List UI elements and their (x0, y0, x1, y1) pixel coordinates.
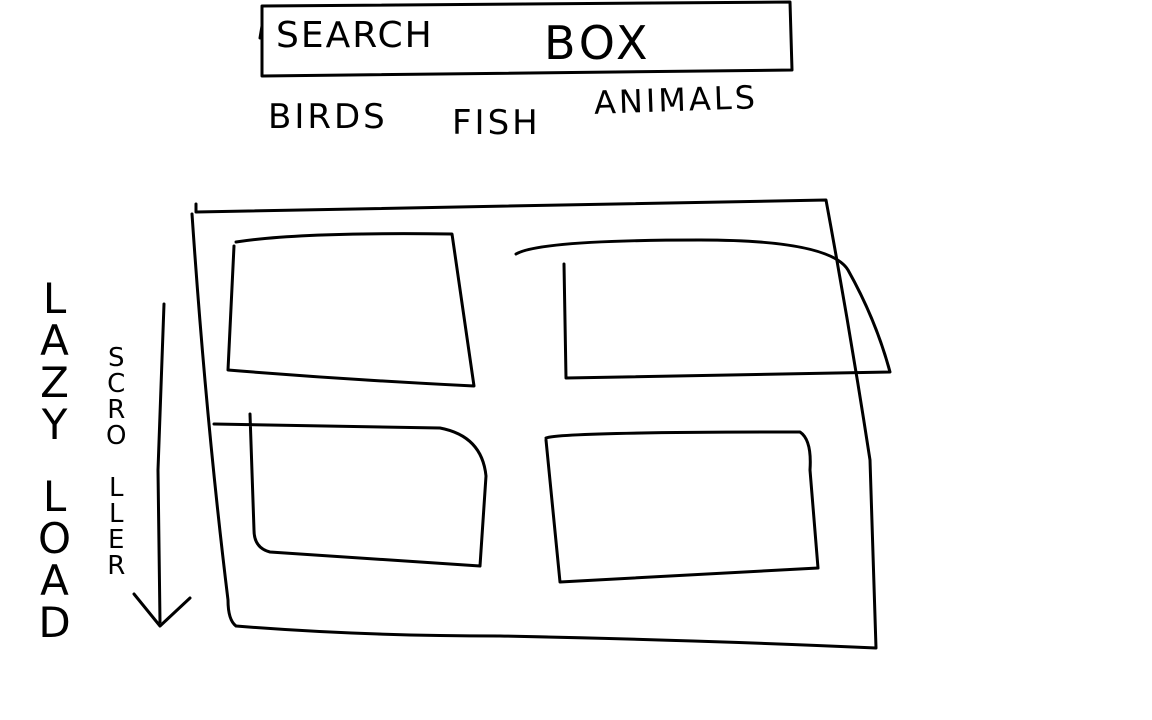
annotation-letter: A (40, 556, 69, 605)
grid-card[interactable] (228, 234, 474, 386)
annotation-letter: L (108, 473, 124, 503)
annotation-letter: A (40, 316, 69, 365)
scroll-down-arrow-head (132, 592, 192, 628)
tab-animals[interactable]: ANIMALS (593, 78, 758, 122)
search-box-label-part2: BOX (544, 16, 652, 70)
annotation-letter: C (107, 369, 126, 399)
annotation-letter: L (42, 274, 67, 323)
annotation-letter: Y (41, 400, 68, 449)
grid-card[interactable] (544, 432, 820, 584)
scroller-annotation: S C R O L L E R (106, 345, 126, 579)
annotation-letter: E (108, 525, 125, 555)
grid-card[interactable] (560, 240, 890, 378)
lazy-load-annotation: L A Z Y L O A D (38, 278, 71, 644)
scroll-down-arrow-shaft (156, 302, 166, 624)
annotation-letter: Z (40, 358, 69, 407)
annotation-letter: R (107, 395, 126, 425)
annotation-letter: S (107, 343, 125, 373)
tab-fish[interactable]: FISH (452, 106, 541, 140)
annotation-letter: L (42, 472, 67, 521)
annotation-letter: L (108, 499, 124, 529)
tab-birds[interactable]: BIRDS (268, 100, 388, 134)
annotation-letter: O (38, 514, 72, 563)
annotation-letter: O (106, 421, 127, 451)
grid-card[interactable] (250, 420, 486, 566)
annotation-letter: R (107, 551, 126, 581)
annotation-letter: D (38, 598, 71, 647)
search-box-label-part1: SEARCH (276, 15, 434, 56)
wireframe-page: SEARCH BOX BIRDS FISH ANIMALS L A Z Y L … (0, 0, 1152, 720)
